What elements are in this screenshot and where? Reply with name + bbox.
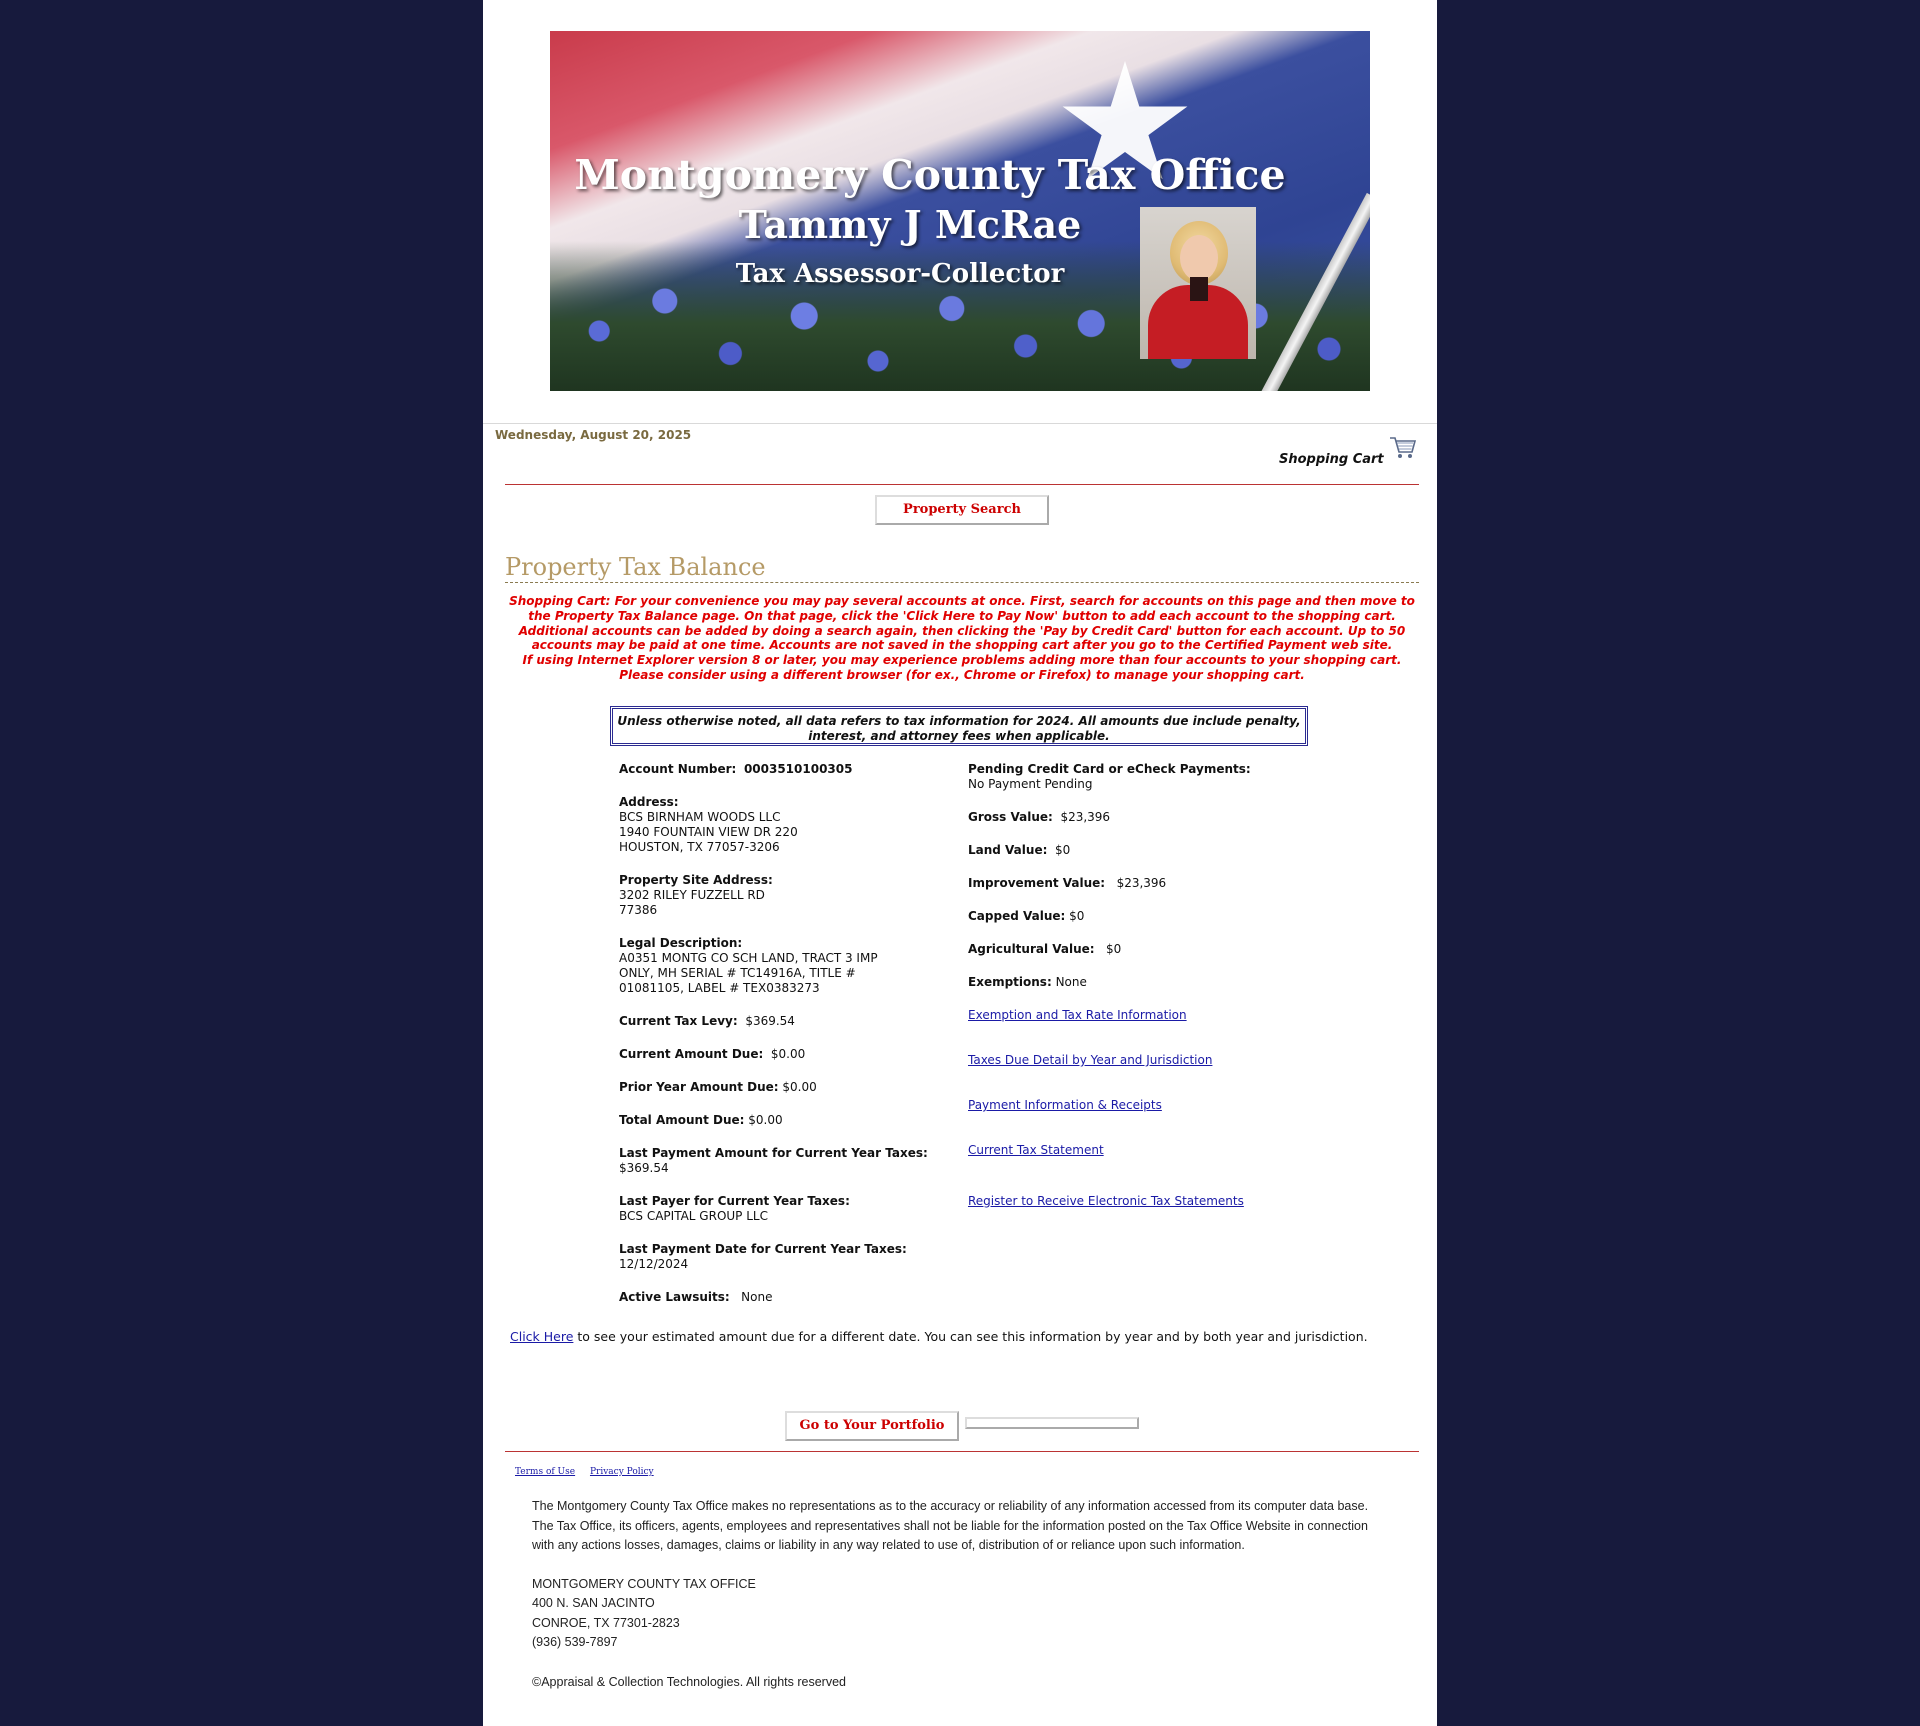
portfolio-button[interactable]: Go to Your Portfolio <box>785 1411 959 1441</box>
page-title: Property Tax Balance <box>505 553 766 581</box>
taxes-due-detail-link[interactable]: Taxes Due Detail by Year and Jurisdictio… <box>968 1053 1308 1068</box>
shopping-cart-link[interactable]: Shopping Cart <box>1279 452 1384 467</box>
total-due-label: Total Amount Due: <box>619 1113 745 1127</box>
copyright: ©Appraisal & Collection Technologies. Al… <box>532 1674 847 1689</box>
prior-due-value: $0.00 <box>782 1080 817 1094</box>
land-value-label: Land Value: <box>968 843 1048 857</box>
legal-description-label: Legal Description: <box>619 936 743 950</box>
disclaimer-line: The Tax Office, its officers, agents, em… <box>532 1518 1368 1533</box>
page-container: Montgomery County Tax Office Tammy J McR… <box>483 0 1437 1726</box>
gross-value: $23,396 <box>1060 810 1111 824</box>
exemptions-label: Exemptions: <box>968 975 1052 989</box>
lawsuits-label: Active Lawsuits: <box>619 1290 730 1304</box>
account-number-label: Account Number: <box>619 762 737 776</box>
payment-info-receipts-link[interactable]: Payment Information & Receipts <box>968 1098 1308 1113</box>
office-address-line: MONTGOMERY COUNTY TAX OFFICE <box>532 1576 756 1591</box>
divider <box>505 484 1419 485</box>
improvement-value: $23,396 <box>1116 876 1167 890</box>
tax-year-notice: Unless otherwise noted, all data refers … <box>610 706 1308 746</box>
footer-links: Terms of Use Privacy Policy <box>515 1467 666 1477</box>
divider <box>505 1451 1419 1452</box>
divider <box>483 423 1437 424</box>
capped-value-label: Capped Value: <box>968 909 1066 923</box>
last-payer-value: BCS CAPITAL GROUP LLC <box>619 1209 768 1223</box>
assessor-portrait <box>1140 207 1256 359</box>
account-number: 0003510100305 <box>743 762 853 776</box>
office-address-line: CONROE, TX 77301-2823 <box>532 1615 680 1630</box>
property-search-button[interactable]: Property Search <box>875 495 1049 525</box>
address-line: HOUSTON, TX 77057-3206 <box>619 840 780 854</box>
capped-value: $0 <box>1069 909 1085 923</box>
banner-title: Montgomery County Tax Office <box>574 151 1286 199</box>
legal-description-line: A0351 MONTG CO SCH LAND, TRACT 3 IMP <box>619 951 878 965</box>
prior-due-label: Prior Year Amount Due: <box>619 1080 779 1094</box>
last-payer-label: Last Payer for Current Year Taxes: <box>619 1194 850 1208</box>
terms-of-use-link[interactable]: Terms of Use <box>515 1467 575 1477</box>
tax-levy-label: Current Tax Levy: <box>619 1014 738 1028</box>
current-due-value: $0.00 <box>770 1047 806 1061</box>
estimate-click-here-link[interactable]: Click Here <box>510 1329 573 1344</box>
tax-levy-value: $369.54 <box>745 1014 795 1028</box>
agricultural-value-label: Agricultural Value: <box>968 942 1095 956</box>
divider <box>505 582 1419 583</box>
office-address-line: 400 N. SAN JACINTO <box>532 1596 655 1610</box>
header-banner: Montgomery County Tax Office Tammy J McR… <box>550 31 1370 391</box>
office-phone: (936) 539-7897 <box>532 1635 618 1649</box>
legal-description-line: ONLY, MH SERIAL # TC14916A, TITLE # <box>619 966 856 980</box>
agricultural-value: $0 <box>1106 942 1122 956</box>
gross-value-label: Gross Value: <box>968 810 1053 824</box>
last-payment-date-value: 12/12/2024 <box>619 1257 689 1271</box>
blank-button[interactable] <box>965 1417 1139 1429</box>
privacy-policy-link[interactable]: Privacy Policy <box>590 1467 654 1477</box>
current-date: Wednesday, August 20, 2025 <box>495 428 692 442</box>
site-address-label: Property Site Address: <box>619 873 773 887</box>
shopping-cart-icon[interactable] <box>1387 432 1417 462</box>
shopping-cart-notice: Shopping Cart: For your convenience you … <box>509 594 1415 682</box>
footer: The Montgomery County Tax Office makes n… <box>532 1497 1402 1692</box>
land-value: $0 <box>1055 843 1071 857</box>
disclaimer-line: with any actions losses, damages, claims… <box>532 1538 1245 1552</box>
total-due-value: $0.00 <box>748 1113 783 1127</box>
current-due-label: Current Amount Due: <box>619 1047 764 1061</box>
estimate-note: Click Here to see your estimated amount … <box>510 1329 1368 1344</box>
address-line: 1940 FOUNTAIN VIEW DR 220 <box>619 825 798 839</box>
exemptions-value: None <box>1055 975 1087 989</box>
address-line: BCS BIRNHAM WOODS LLC <box>619 810 781 824</box>
site-address-line: 77386 <box>619 903 658 917</box>
lawsuits-value: None <box>741 1290 773 1304</box>
pending-payments-label: Pending Credit Card or eCheck Payments: <box>968 762 1251 776</box>
exemption-tax-rate-link[interactable]: Exemption and Tax Rate Information <box>968 1008 1308 1023</box>
register-electronic-statements-link[interactable]: Register to Receive Electronic Tax State… <box>968 1194 1308 1209</box>
estimate-text: to see your estimated amount due for a d… <box>573 1329 1368 1344</box>
pending-payments-value: No Payment Pending <box>968 777 1093 791</box>
last-payment-date-label: Last Payment Date for Current Year Taxes… <box>619 1242 907 1256</box>
legal-description-line: 01081105, LABEL # TEX0383273 <box>619 981 820 995</box>
address-label: Address: <box>619 795 679 809</box>
last-payment-label: Last Payment Amount for Current Year Tax… <box>619 1146 928 1160</box>
site-address-line: 3202 RILEY FUZZELL RD <box>619 888 765 902</box>
disclaimer-line: The Montgomery County Tax Office makes n… <box>532 1499 1369 1513</box>
last-payment-value: $369.54 <box>619 1161 669 1175</box>
improvement-value-label: Improvement Value: <box>968 876 1106 890</box>
current-tax-statement-link[interactable]: Current Tax Statement <box>968 1143 1308 1158</box>
